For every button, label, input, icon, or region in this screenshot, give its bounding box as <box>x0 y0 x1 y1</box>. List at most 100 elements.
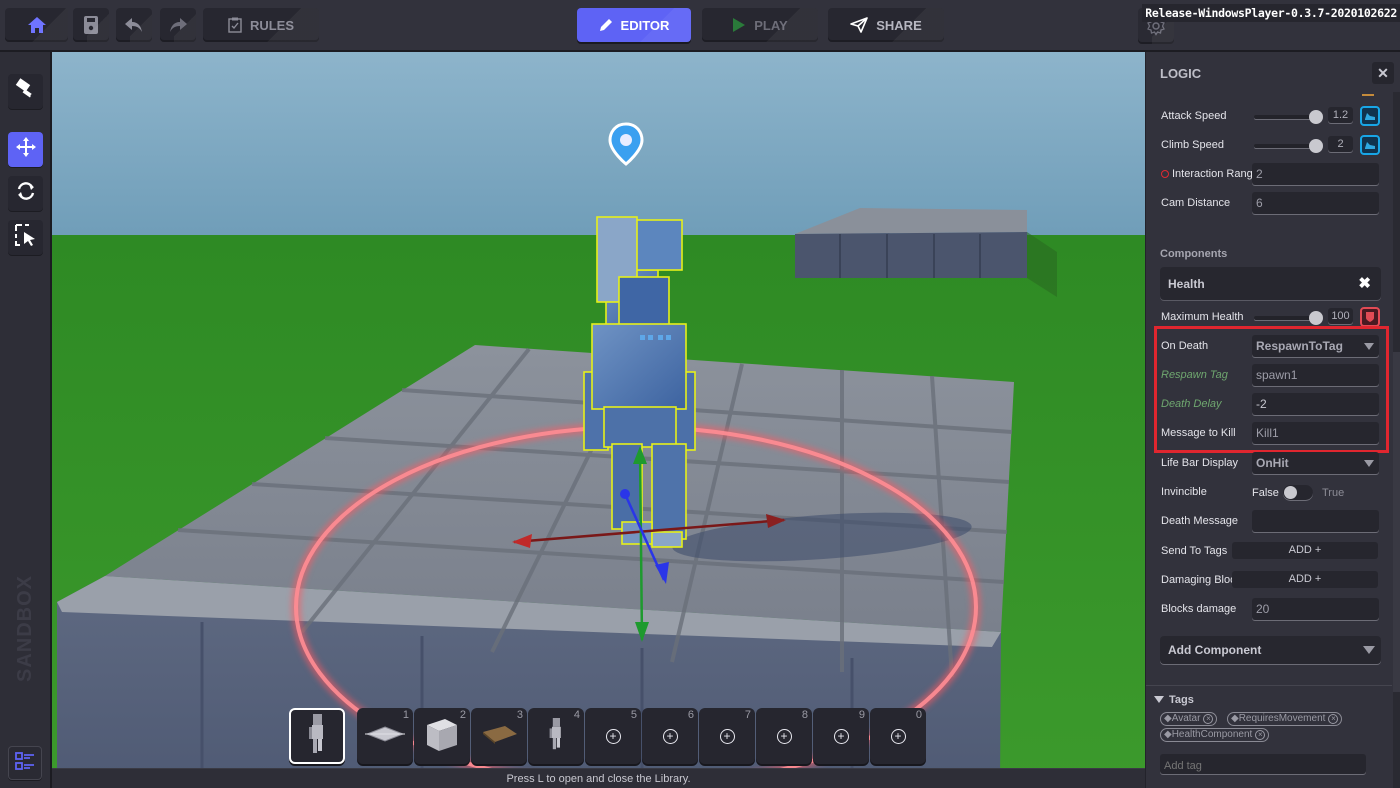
redo-button[interactable] <box>160 8 196 42</box>
maximum-health-row: Maximum Health 100 <box>1146 304 1392 332</box>
invincible-row: Invincible False True <box>1161 485 1345 500</box>
death-message-row: Death Message <box>1146 508 1392 536</box>
life-bar-display-dropdown[interactable]: OnHit <box>1252 452 1379 474</box>
health-shield-icon[interactable] <box>1360 307 1380 327</box>
damaging-blocks-add-button[interactable]: ADD + <box>1232 571 1378 588</box>
speed-shoe-icon[interactable] <box>1360 135 1380 155</box>
panel-scrollbar-thumb[interactable] <box>1393 352 1400 692</box>
required-indicator-icon <box>1161 170 1169 178</box>
tag-chip[interactable]: ◆HealthComponent × <box>1160 728 1270 742</box>
maximum-health-slider[interactable] <box>1254 311 1323 325</box>
respawn-tag-input[interactable]: spawn1 <box>1252 364 1379 386</box>
play-mode-button[interactable]: PLAY <box>702 8 818 42</box>
close-panel-button[interactable]: ✕ <box>1372 62 1394 84</box>
cam-distance-input[interactable]: 6 <box>1252 192 1379 214</box>
send-to-tags-add-button[interactable]: ADD + <box>1232 542 1378 559</box>
clipboard-check-icon <box>228 17 242 33</box>
hotbar-slot-0[interactable]: 0 + <box>870 708 926 764</box>
rules-button[interactable]: RULES <box>203 8 319 42</box>
components-heading: Components <box>1160 248 1228 260</box>
remove-tag-icon[interactable]: × <box>1203 714 1214 724</box>
tag-icon: ◆ <box>1231 713 1239 724</box>
rotate-tool-button[interactable] <box>8 176 43 211</box>
editor-mode-button[interactable]: EDITOR <box>577 8 691 42</box>
paint-tool-button[interactable] <box>8 74 43 109</box>
blocks-damage-input[interactable]: 20 <box>1252 598 1379 620</box>
undo-icon <box>124 16 144 34</box>
interaction-range-row: Interaction Rang 2 <box>1146 161 1392 189</box>
share-button[interactable]: SHARE <box>828 8 944 42</box>
slider-knob[interactable] <box>1309 110 1323 124</box>
hotbar-slot-5[interactable]: 5 + <box>585 708 641 764</box>
3d-viewport[interactable]: 1 2 3 4 5 + 6 + 7 + 8 + 9 + 0 + Press L to ope… <box>52 52 1145 788</box>
add-circle-icon: + <box>776 728 792 744</box>
invincible-toggle[interactable] <box>1283 485 1313 500</box>
hotbar-slot-3[interactable]: 3 <box>471 708 527 764</box>
message-to-kill-input[interactable]: Kill1 <box>1252 422 1379 444</box>
life-bar-display-row: Life Bar Display OnHit <box>1146 450 1392 478</box>
selection-cursor-icon <box>14 223 38 252</box>
move-arrows-icon <box>15 136 37 163</box>
cam-distance-row: Cam Distance 6 <box>1146 190 1392 218</box>
collapse-triangle-icon <box>1154 696 1164 703</box>
add-circle-icon: + <box>662 728 678 744</box>
tags-section-toggle[interactable]: Tags <box>1154 694 1194 706</box>
paintbrush-icon <box>14 77 38 106</box>
hotbar-slot-avatar[interactable] <box>289 708 345 764</box>
add-component-dropdown[interactable]: Add Component <box>1160 636 1381 664</box>
undo-button[interactable] <box>116 8 152 42</box>
death-delay-row: Death Delay -2 <box>1146 391 1392 419</box>
add-tag-input[interactable] <box>1160 754 1366 774</box>
maximum-health-value[interactable]: 100 <box>1328 308 1353 324</box>
on-death-dropdown[interactable]: RespawnToTag <box>1252 335 1379 357</box>
build-version-label: Release-WindowsPlayer-0.3.7-2020102622 <box>1142 4 1400 22</box>
library-hint: Press L to open and close the Library. <box>52 768 1145 788</box>
death-delay-input[interactable]: -2 <box>1252 393 1379 415</box>
save-icon <box>83 15 99 35</box>
play-icon <box>732 17 746 33</box>
scene-render <box>52 52 1145 788</box>
slider-knob[interactable] <box>1309 139 1323 153</box>
climb-speed-value[interactable]: 2 <box>1328 136 1353 152</box>
avatar-thumbnail-icon <box>548 714 564 759</box>
blocks-damage-row: Blocks damage 20 <box>1146 596 1392 624</box>
select-tool-button[interactable] <box>8 220 43 255</box>
damaging-blocks-row: Damaging Bloc ADD + <box>1146 567 1392 595</box>
tag-chip[interactable]: ◆RequiresMovement × <box>1227 712 1343 726</box>
tool-sidebar: SANDBOX <box>0 52 52 788</box>
attack-speed-value[interactable]: 1.2 <box>1328 107 1353 123</box>
move-tool-button[interactable] <box>8 132 43 167</box>
avatar-thumbnail-icon <box>307 712 327 761</box>
hotbar-slot-7[interactable]: 7 + <box>699 708 755 764</box>
tag-chip[interactable]: ◆Avatar × <box>1160 712 1218 726</box>
health-component-header[interactable]: Health ✖ <box>1160 267 1381 300</box>
hotbar-slot-6[interactable]: 6 + <box>642 708 698 764</box>
tag-icon: ◆ <box>1164 729 1172 740</box>
hotbar-slot-8[interactable]: 8 + <box>756 708 812 764</box>
stone-cube-thumbnail-icon <box>423 715 461 758</box>
hotbar-slot-1[interactable]: 1 <box>357 708 413 764</box>
hotbar-slot-4[interactable]: 4 <box>528 708 584 764</box>
remove-tag-icon[interactable]: × <box>1255 730 1266 740</box>
hotbar-slot-9[interactable]: 9 + <box>813 708 869 764</box>
interaction-range-input[interactable]: 2 <box>1252 163 1379 185</box>
wood-plank-thumbnail-icon <box>479 724 519 749</box>
add-circle-icon: + <box>605 728 621 744</box>
remove-component-icon[interactable]: ✖ <box>1358 274 1371 292</box>
layers-list-button[interactable] <box>8 746 42 780</box>
speed-shoe-icon[interactable] <box>1360 106 1380 126</box>
home-button[interactable] <box>5 8 68 42</box>
save-button[interactable] <box>73 8 109 42</box>
remove-tag-icon[interactable]: × <box>1328 714 1339 724</box>
hotbar-slot-2[interactable]: 2 <box>414 708 470 764</box>
slider-knob[interactable] <box>1309 311 1323 325</box>
dropdown-caret-icon <box>1363 646 1375 654</box>
share-label: SHARE <box>876 17 922 33</box>
editor-label: EDITOR <box>620 17 670 33</box>
list-icon <box>14 751 36 776</box>
attack-speed-row: Attack Speed 1.2 <box>1146 103 1392 131</box>
death-message-input[interactable] <box>1252 510 1379 532</box>
attack-speed-slider[interactable] <box>1254 110 1323 124</box>
climb-speed-slider[interactable] <box>1254 139 1323 153</box>
home-icon <box>27 15 47 35</box>
